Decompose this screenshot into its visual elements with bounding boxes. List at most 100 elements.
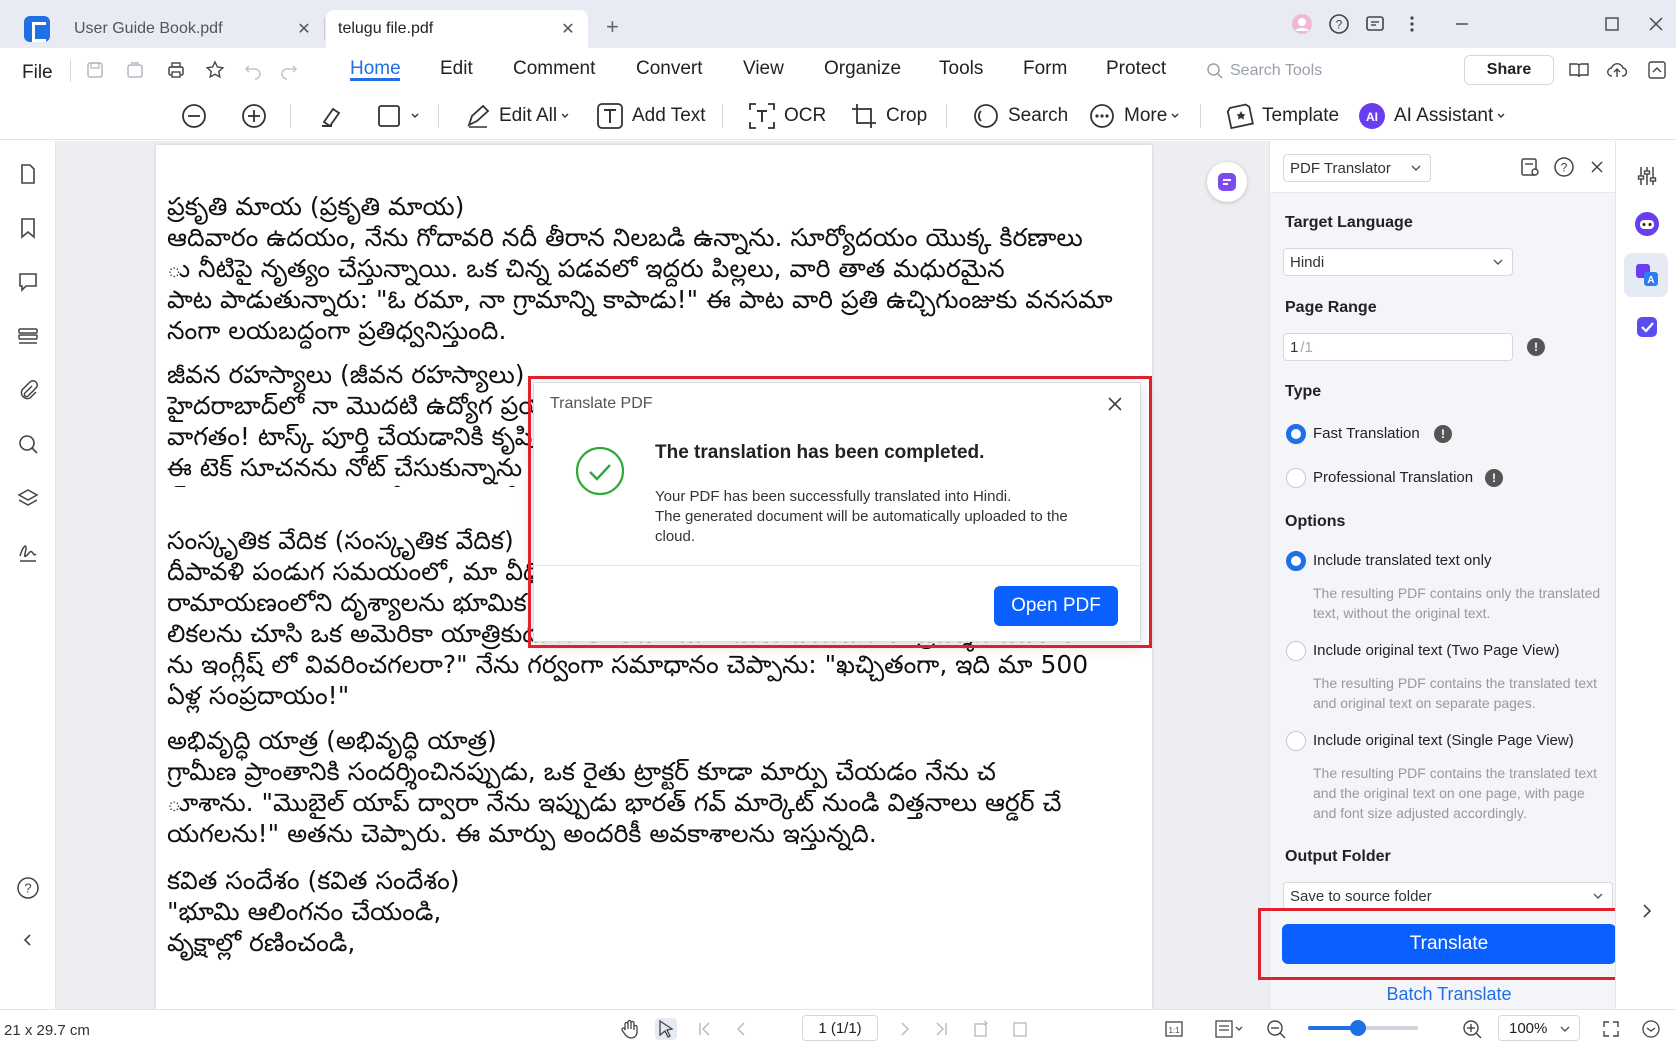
share-button[interactable]: Share: [1464, 55, 1554, 85]
prev-page-icon[interactable]: [730, 1018, 752, 1040]
star-icon[interactable]: [204, 59, 226, 81]
menu-tools[interactable]: Tools: [939, 58, 983, 80]
output-folder-select[interactable]: Save to source folder: [1283, 882, 1613, 910]
template-button[interactable]: Template: [1226, 99, 1339, 133]
page-range-input[interactable]: 1 /1: [1283, 333, 1513, 361]
print-icon[interactable]: [165, 59, 187, 81]
zoom-out-icon[interactable]: [1265, 1018, 1287, 1040]
zoom-in-icon[interactable]: [1461, 1018, 1483, 1040]
close-icon[interactable]: [1585, 155, 1609, 179]
page-thumbnail-icon[interactable]: [16, 162, 40, 186]
more-options-icon[interactable]: [1400, 12, 1424, 36]
zoom-in-icon[interactable]: [240, 99, 268, 133]
save-as-icon[interactable]: [124, 59, 146, 81]
save-icon[interactable]: [84, 59, 106, 81]
help-icon[interactable]: ?: [16, 876, 40, 900]
layers-list-icon[interactable]: [16, 324, 40, 348]
minimize-icon[interactable]: [1450, 12, 1474, 36]
status-expand-icon[interactable]: [1640, 1018, 1662, 1040]
rotate-page-icon[interactable]: [970, 1018, 992, 1040]
menu-protect[interactable]: Protect: [1106, 58, 1166, 80]
shape-dropdown[interactable]: [376, 99, 428, 133]
search-tools-input[interactable]: Search Tools: [1206, 58, 1436, 84]
menu-view[interactable]: View: [743, 58, 784, 80]
menu-form[interactable]: Form: [1023, 58, 1067, 80]
last-page-icon[interactable]: [930, 1018, 952, 1040]
page-number-input[interactable]: 1 (1/1): [802, 1015, 878, 1041]
batch-translate-link[interactable]: Batch Translate: [1282, 984, 1616, 1005]
menu-convert[interactable]: Convert: [636, 58, 703, 80]
template-label: Template: [1262, 105, 1340, 126]
zoom-out-icon[interactable]: [180, 99, 208, 133]
menu-organize[interactable]: Organize: [824, 58, 901, 80]
menu-edit[interactable]: Edit: [440, 58, 473, 80]
fullscreen-icon[interactable]: [1600, 1018, 1622, 1040]
page-display-icon[interactable]: 1:1: [1163, 1018, 1185, 1040]
menu-file[interactable]: File: [22, 62, 53, 84]
layers-icon[interactable]: [16, 486, 40, 510]
ai-bot-icon[interactable]: [1634, 211, 1660, 237]
comment-icon[interactable]: [16, 270, 40, 294]
fast-translation-radio[interactable]: [1286, 424, 1306, 444]
info-icon[interactable]: !: [1485, 469, 1503, 487]
bookmark-icon[interactable]: [16, 216, 40, 240]
first-page-icon[interactable]: [694, 1018, 716, 1040]
select-tool-icon[interactable]: [655, 1018, 677, 1040]
new-tab-icon[interactable]: +: [606, 14, 619, 40]
close-tab-icon[interactable]: ✕: [558, 19, 578, 39]
ai-floating-button[interactable]: [1207, 162, 1247, 202]
tab-telugu-file[interactable]: telugu file.pdf ✕: [326, 10, 588, 48]
menu-comment[interactable]: Comment: [513, 58, 595, 80]
search-icon[interactable]: [16, 432, 40, 456]
next-page-icon[interactable]: [894, 1018, 916, 1040]
view-mode-dropdown[interactable]: [1213, 1018, 1247, 1040]
zoom-slider-knob[interactable]: [1349, 1020, 1366, 1036]
ocr-button[interactable]: OCR: [748, 99, 826, 133]
info-icon[interactable]: !: [1527, 338, 1545, 356]
professional-translation-radio[interactable]: [1286, 468, 1306, 488]
add-text-label: Add Text: [632, 105, 706, 126]
add-text-button[interactable]: Add Text: [596, 99, 706, 133]
two-page-view-radio[interactable]: [1286, 641, 1306, 661]
signature-icon[interactable]: [16, 540, 40, 564]
translate-icon[interactable]: A: [1634, 262, 1660, 288]
cloud-upload-icon[interactable]: [1606, 59, 1628, 81]
document-settings-icon[interactable]: [1518, 155, 1542, 179]
task-check-icon[interactable]: [1634, 314, 1660, 340]
attachment-icon[interactable]: [16, 378, 40, 402]
zoom-slider[interactable]: [1308, 1020, 1418, 1036]
info-icon[interactable]: !: [1434, 425, 1452, 443]
expand-right-icon[interactable]: [1634, 898, 1660, 924]
more-button[interactable]: More: [1088, 99, 1188, 133]
reader-mode-icon[interactable]: [1568, 59, 1590, 81]
ai-assistant-button[interactable]: AI AI Assistant: [1358, 99, 1514, 133]
ocr-label: OCR: [784, 105, 827, 126]
translated-only-radio[interactable]: [1286, 551, 1306, 571]
highlight-icon[interactable]: [318, 99, 346, 133]
menu-home[interactable]: Home: [350, 58, 401, 80]
close-window-icon[interactable]: [1644, 12, 1668, 36]
maximize-icon[interactable]: [1600, 12, 1624, 36]
collapse-left-icon[interactable]: [16, 928, 40, 952]
avatar[interactable]: [1290, 12, 1314, 36]
search-button[interactable]: Search: [972, 99, 1068, 133]
target-language-select[interactable]: Hindi: [1283, 248, 1513, 276]
crop-button[interactable]: Crop: [850, 99, 927, 133]
feedback-icon[interactable]: [1363, 12, 1387, 36]
panel-mode-select[interactable]: PDF Translator: [1283, 154, 1431, 182]
hand-tool-icon[interactable]: [619, 1018, 641, 1040]
edit-all-button[interactable]: Edit All: [465, 99, 578, 133]
single-page-view-radio[interactable]: [1286, 731, 1306, 751]
redo-icon[interactable]: [278, 59, 300, 81]
zoom-level-select[interactable]: 100%: [1498, 1015, 1580, 1041]
undo-icon[interactable]: [242, 59, 264, 81]
help-icon[interactable]: ?: [1327, 12, 1351, 36]
properties-sliders-icon[interactable]: [1634, 163, 1660, 189]
fit-page-icon[interactable]: [1009, 1018, 1031, 1040]
close-tab-icon[interactable]: ✕: [294, 19, 314, 39]
panel-toggle-icon[interactable]: [1646, 59, 1668, 81]
highlight-frame: [1258, 908, 1635, 980]
translated-only-description: The resulting PDF contains only the tran…: [1313, 585, 1601, 621]
help-icon[interactable]: ?: [1552, 155, 1576, 179]
tab-user-guide[interactable]: User Guide Book.pdf ✕: [62, 10, 324, 48]
